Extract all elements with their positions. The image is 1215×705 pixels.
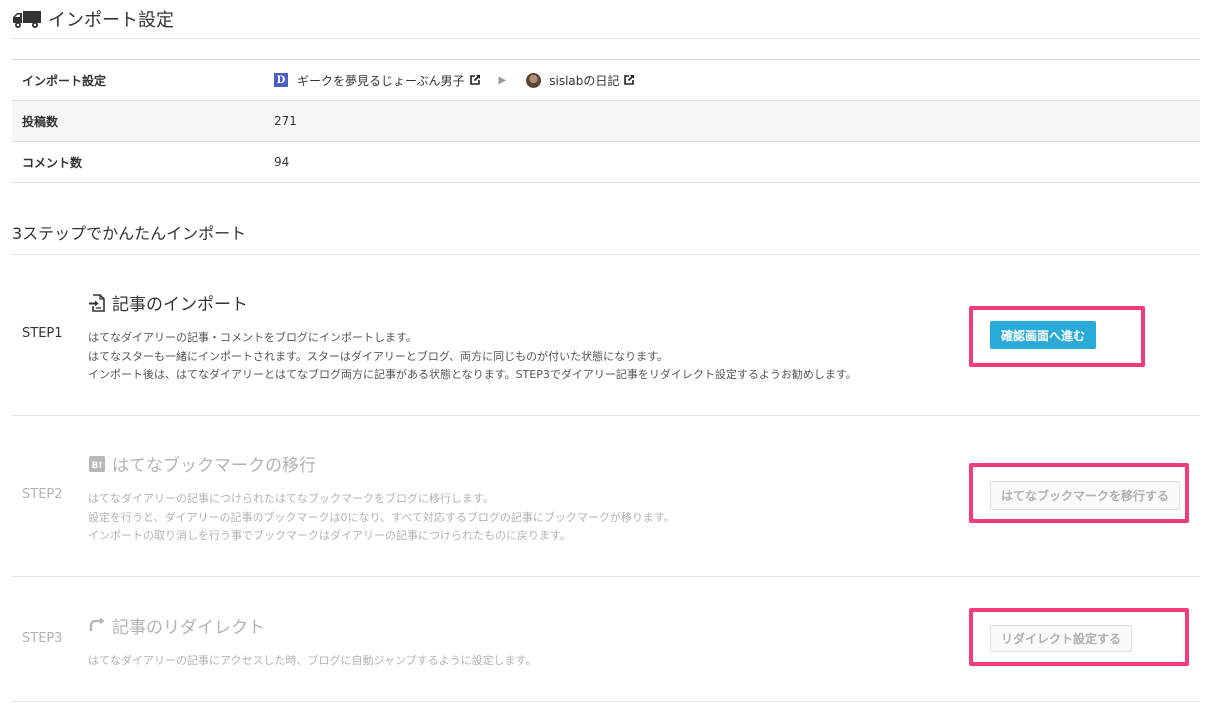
source-blog-link[interactable]: D ギークを夢見るじょーぶん男子 [274,72,481,89]
redirect-icon [89,617,105,631]
step-title: 記事のインポート [112,295,248,315]
external-link-icon [469,74,480,85]
desc-line: はてなスターも一緒にインポートされます。スターはダイアリーとブログ、両方に同じも… [88,349,669,363]
page-title: インポート設定 [48,10,174,31]
step-label: STEP2 [22,487,63,502]
step-description: はてなダイアリーの記事・コメントをブログにインポートします。 はてなスターも一緒… [88,329,857,385]
step-title: はてなブックマークの移行 [112,456,316,476]
step-body: 記事のリダイレクト はてなダイアリーの記事にアクセスした時、ブログに自動ジャンプ… [88,613,536,671]
import-document-icon [89,293,105,312]
truck-icon [13,11,41,28]
hatena-bookmark-icon: B! [89,455,105,472]
desc-line: 設定を行うと、ダイアリーの記事のブックマークは0になり、すべて対応するブログの記… [88,510,675,524]
table-row: インポート設定 D ギークを夢見るじょーぶん男子 ▶ sislabの日記 [12,60,1200,101]
avatar [526,72,542,88]
row-label: インポート設定 [22,73,107,88]
arrow-right-icon: ▶ [498,74,507,86]
import-info-table: インポート設定 D ギークを夢見るじょーぶん男子 ▶ sislabの日記 投稿数… [12,59,1200,183]
step-heading: 記事のインポート [88,290,857,315]
dest-blog-name: sislabの日記 [549,73,620,88]
step-description: はてなダイアリーの記事につけられたはてなブックマークをブログに移行します。 設定… [88,490,675,546]
svg-text:B!: B! [92,461,103,471]
confirm-button[interactable]: 確認画面へ進む [990,321,1096,349]
import-route: D ギークを夢見るじょーぶん男子 ▶ sislabの日記 [274,72,635,89]
table-row: 投稿数 271 [12,101,1200,142]
step-heading: B! はてなブックマークの移行 [88,451,675,476]
desc-line: はてなダイアリーの記事・コメントをブログにインポートします。 [88,331,417,344]
row-label: コメント数 [22,155,83,170]
step-title: 記事のリダイレクト [112,618,265,638]
step-heading: 記事のリダイレクト [88,613,536,638]
row-label: 投稿数 [22,114,59,129]
step-description: はてなダイアリーの記事にアクセスした時、ブログに自動ジャンプするように設定します… [88,652,536,671]
step-label: STEP1 [22,326,63,341]
diary-icon: D [274,73,288,87]
post-count: 271 [274,114,297,128]
dest-blog-link[interactable]: sislabの日記 [526,72,635,89]
desc-line: はてなダイアリーの記事につけられたはてなブックマークをブログに移行します。 [88,492,494,505]
comment-count: 94 [274,155,290,169]
step-body: B! はてなブックマークの移行 はてなダイアリーの記事につけられたはてなブックマ… [88,451,675,546]
desc-line: インポートの取り消しを行う事でブックマークはダイアリーの記事につけられたものに戻… [88,529,571,542]
redirect-setting-button[interactable]: リダイレクト設定する [990,625,1132,652]
desc-line: はてなダイアリーの記事にアクセスした時、ブログに自動ジャンプするように設定します… [88,654,537,667]
source-blog-name: ギークを夢見るじょーぶん男子 [297,73,465,88]
migrate-bookmark-button[interactable]: はてなブックマークを移行する [990,481,1180,510]
page-header: インポート設定 [12,0,1200,39]
external-link-icon [624,74,635,85]
step-label: STEP3 [22,631,63,646]
steps-title: 3ステップでかんたんインポート [12,224,247,243]
table-row: コメント数 94 [12,142,1200,183]
desc-line: インポート後は、はてなダイアリーとはてなブログ両方に記事がある状態となります。S… [88,368,857,381]
step-body: 記事のインポート はてなダイアリーの記事・コメントをブログにインポートします。 … [88,290,857,385]
